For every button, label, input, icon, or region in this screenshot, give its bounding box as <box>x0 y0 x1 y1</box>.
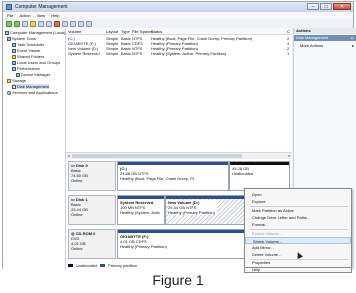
tree-item-computer-management[interactable]: Computer Management (Local) <box>5 30 65 35</box>
disk-1-info[interactable]: ▭ Disk 1 Basic 29.44 GB Online <box>68 195 116 225</box>
more-actions[interactable]: More Actions ▸ <box>300 43 354 48</box>
tree-item-disk-management[interactable]: Disk Management <box>12 84 50 89</box>
actions-disk-management[interactable]: Disk Management ▴ <box>294 35 356 41</box>
menu-item-change-drive-letter[interactable]: Change Drive Letter and Paths... <box>245 214 351 221</box>
chevron-right-icon: ▸ <box>351 43 354 48</box>
col-volume[interactable]: Volume <box>68 29 81 34</box>
horizontal-scrollbar[interactable]: ◂ ▸ <box>66 152 292 159</box>
legend: Unallocated Primary partition <box>68 263 137 268</box>
delete-icon[interactable] <box>54 20 60 27</box>
gear-icon <box>7 90 11 95</box>
tree-item-storage[interactable]: Storage <box>7 78 26 83</box>
scroll-thumb[interactable] <box>72 154 242 158</box>
clock-icon <box>12 42 16 47</box>
tree-item-services[interactable]: Services and Applications <box>7 90 58 95</box>
col-capacity[interactable]: C <box>287 29 290 34</box>
tree-item-device-manager[interactable]: Device Manager <box>16 72 50 77</box>
cdrom-0-info[interactable]: ◎ CD-ROM 0 DVD 4.01 GB Online <box>68 229 116 259</box>
users-icon <box>12 60 16 65</box>
disk-icon <box>12 84 16 89</box>
actions-header: Actions <box>294 28 356 34</box>
volume-system-reserved[interactable]: System Reserved 100 MB NTFS Healthy (Syste… <box>117 195 165 225</box>
col-file-system[interactable]: File System <box>132 29 153 34</box>
console-tree-icon[interactable] <box>30 20 36 27</box>
tree-item-system-tools[interactable]: System Tools <box>7 36 36 41</box>
menu-item-extend-volume: Extend Volume... <box>252 231 283 236</box>
legend-unallocated: Unallocated <box>76 263 98 268</box>
event-icon <box>12 48 16 53</box>
tree-item-event-viewer[interactable]: Event Viewer <box>12 48 41 53</box>
menu-item-open[interactable]: Open <box>245 191 351 198</box>
folder-icon <box>12 54 16 59</box>
tree-item-task-scheduler[interactable]: Task Scheduler <box>12 42 44 47</box>
figure-caption: Figure 1 <box>152 272 204 288</box>
menu-action[interactable]: Action <box>19 13 30 18</box>
minimize-button[interactable]: – <box>307 3 319 10</box>
menu-item-format[interactable]: Format... <box>245 221 351 228</box>
volume-c[interactable]: (C:) 24.88 GB NTFS Healthy (Boot, Page Fil… <box>117 161 229 191</box>
console-tree: Computer Management (Local) System Tools… <box>3 28 66 270</box>
unallocated-space[interactable]: 49.28 GB Unallocated <box>229 161 290 191</box>
menu-item-mark-active[interactable]: Mark Partition as Active <box>245 207 351 214</box>
tree-item-performance[interactable]: Performance <box>12 66 40 71</box>
window-title: Computer Management <box>15 4 68 10</box>
legend-primary: Primary partition <box>108 263 138 268</box>
device-icon <box>16 72 20 77</box>
back-icon[interactable] <box>6 20 12 27</box>
up-icon[interactable] <box>22 20 28 27</box>
menu-view[interactable]: View <box>37 13 46 18</box>
collapse-icon[interactable]: ▴ <box>351 35 353 41</box>
connect-icon[interactable] <box>62 20 68 27</box>
window-controls: – □ ✕ <box>307 3 351 10</box>
forward-icon[interactable] <box>14 20 20 27</box>
storage-icon <box>7 78 11 83</box>
legend-unallocated-swatch <box>68 264 73 267</box>
chart-icon <box>12 66 16 71</box>
maximize-button[interactable]: □ <box>320 3 332 10</box>
menu-item-shrink-volume[interactable]: Shrink Volume... <box>245 237 351 244</box>
tools-icon <box>7 36 11 41</box>
volume-list: Volume Layout Type File System Status C … <box>66 28 292 159</box>
disk-icon[interactable] <box>78 20 84 27</box>
menu-item-explore[interactable]: Explore <box>245 198 351 205</box>
check-icon[interactable] <box>70 20 76 27</box>
menu-item-properties[interactable]: Properties <box>245 260 351 265</box>
menu-bar: File Action View Help <box>3 12 353 19</box>
volume-list-header: Volume Layout Type File System Status C <box>66 28 292 35</box>
computer-icon <box>5 30 9 35</box>
disk-0-info[interactable]: ▭ Disk 0 Basic 74.50 GB Online <box>68 161 116 191</box>
tree-item-shared-folders[interactable]: Shared Folders <box>12 54 44 59</box>
help-icon[interactable] <box>46 20 52 27</box>
tree-item-local-users[interactable]: Local Users and Groups <box>12 60 60 65</box>
menu-file[interactable]: File <box>7 13 13 18</box>
menu-help[interactable]: Help <box>51 13 59 18</box>
view-icon[interactable] <box>86 20 92 27</box>
legend-primary-swatch <box>100 264 106 267</box>
computer-management-icon <box>6 4 12 10</box>
col-layout[interactable]: Layout <box>106 29 118 34</box>
table-row[interactable]: System Reserved Simple Basic NTFS Healthy (S… <box>66 50 292 56</box>
col-type[interactable]: Type <box>121 29 130 34</box>
properties-icon[interactable] <box>38 20 44 27</box>
menu-item-add-mirror[interactable]: Add Mirror... <box>245 244 351 251</box>
col-status[interactable]: Status <box>151 29 162 34</box>
close-button[interactable]: ✕ <box>333 3 351 10</box>
